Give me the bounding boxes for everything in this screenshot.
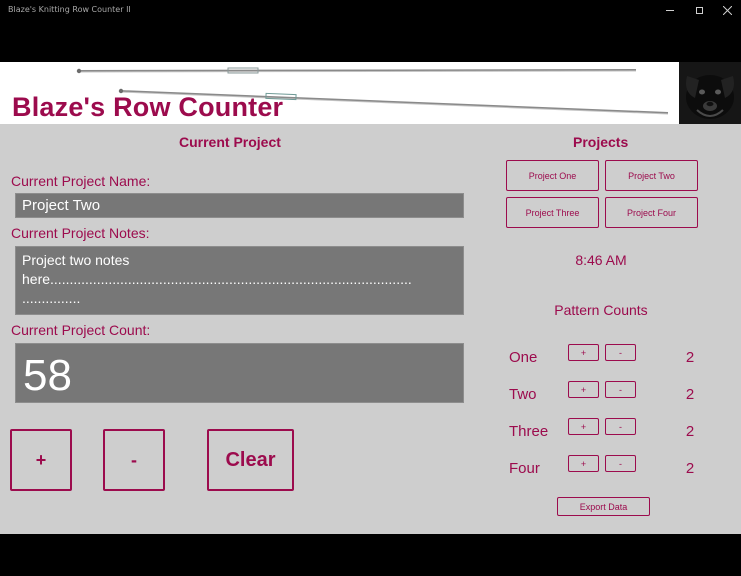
window-title: Blaze's Knitting Row Counter II (8, 5, 131, 14)
pattern-one-value: 2 (685, 349, 695, 366)
pattern-four-minus-button[interactable]: - (605, 455, 636, 472)
pattern-four-value: 2 (685, 460, 695, 477)
project-one-button[interactable]: Project One (506, 160, 599, 191)
projects-heading: Projects (573, 134, 629, 150)
close-button[interactable] (713, 0, 741, 21)
clear-button[interactable]: Clear (207, 429, 294, 491)
title-bar: Blaze's Knitting Row Counter II (0, 0, 741, 21)
pattern-two-minus-button[interactable]: - (605, 381, 636, 398)
pattern-counts-heading: Pattern Counts (554, 302, 648, 318)
clock-display: 8:46 AM (575, 252, 627, 268)
pattern-three-plus-button[interactable]: + (568, 418, 599, 435)
pattern-two-plus-button[interactable]: + (568, 381, 599, 398)
header-banner: Blaze's Row Counter (0, 62, 741, 124)
pattern-two-value: 2 (685, 386, 695, 403)
project-notes-field[interactable]: Project two notes here..................… (15, 246, 464, 315)
pattern-one-label: One (509, 349, 538, 366)
decrement-button[interactable]: - (103, 429, 165, 491)
main-content: Current Project Current Project Name: Pr… (0, 124, 741, 534)
project-notes-label: Current Project Notes: (11, 225, 150, 241)
pattern-three-value: 2 (685, 423, 695, 440)
export-data-button[interactable]: Export Data (557, 497, 650, 516)
bottom-bar (0, 534, 741, 576)
close-icon (722, 6, 732, 15)
maximize-button[interactable] (685, 0, 713, 21)
project-name-label: Current Project Name: (11, 173, 151, 189)
app-title: Blaze's Row Counter (12, 92, 284, 122)
minimize-icon (666, 10, 674, 11)
pattern-three-label: Three (509, 423, 549, 440)
dog-avatar (679, 62, 741, 124)
maximize-icon (695, 7, 703, 14)
pattern-four-plus-button[interactable]: + (568, 455, 599, 472)
project-three-button[interactable]: Project Three (506, 197, 599, 228)
increment-button[interactable]: + (10, 429, 72, 491)
project-count-field[interactable]: 58 (15, 343, 464, 403)
project-count-label: Current Project Count: (11, 322, 151, 338)
pattern-three-minus-button[interactable]: - (605, 418, 636, 435)
pattern-one-minus-button[interactable]: - (605, 344, 636, 361)
project-four-button[interactable]: Project Four (605, 197, 698, 228)
current-project-heading: Current Project (179, 134, 281, 150)
pattern-two-label: Two (509, 386, 537, 403)
pattern-four-label: Four (509, 460, 540, 477)
app-window: Blaze's Knitting Row Counter II Blaze's … (0, 0, 741, 576)
project-name-field[interactable]: Project Two (15, 193, 464, 218)
project-two-button[interactable]: Project Two (605, 160, 698, 191)
pattern-one-plus-button[interactable]: + (568, 344, 599, 361)
minimize-button[interactable] (656, 0, 684, 21)
